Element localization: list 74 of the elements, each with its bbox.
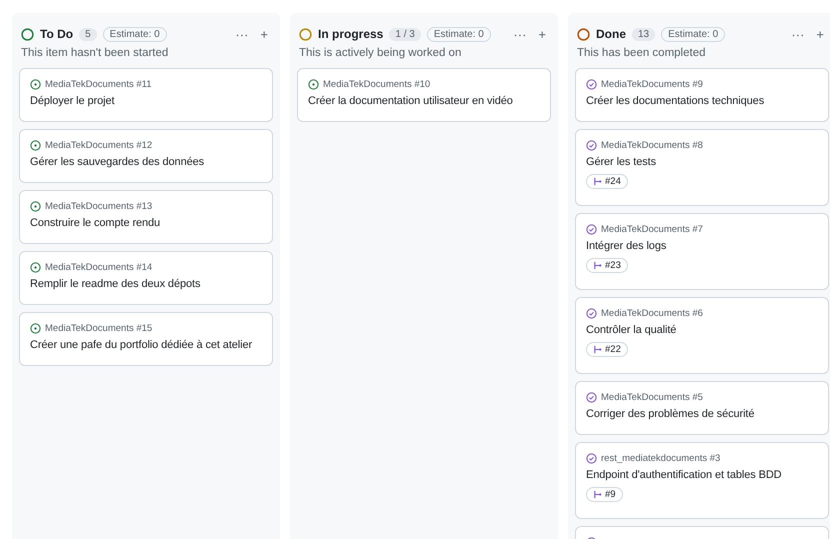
issue-title: Déployer le projet	[30, 95, 116, 107]
issue-title: Gérer les tests	[586, 156, 658, 168]
item-count: 1 / 3	[389, 28, 421, 40]
more-options-button[interactable]: ···	[510, 28, 530, 40]
issue-reference: MediaTekDocuments #6	[601, 308, 703, 319]
estimate-label: Estimate: 0	[102, 26, 167, 42]
issue-card[interactable]: MediaTekDocuments #12 Gérer les sauvegardes des données	[19, 129, 273, 183]
issue-reference: MediaTekDocuments #8	[601, 140, 703, 151]
more-options-button[interactable]: ···	[788, 28, 808, 40]
issue-card[interactable]: MediaTekDocuments #7 Intégrer des logs #23	[575, 213, 829, 290]
pull-request-icon	[593, 345, 602, 354]
pull-request-icon	[593, 490, 602, 499]
add-item-button[interactable]: +	[813, 28, 827, 40]
issue-title: Contrôler la qualité	[586, 324, 678, 336]
check-circle-icon	[586, 140, 597, 151]
issue-card[interactable]: MediaTekDocuments #11 Déployer le projet	[19, 68, 273, 122]
issue-reference: MediaTekDocuments #15	[45, 323, 152, 334]
open-issue-icon	[30, 323, 41, 334]
linked-pull-request[interactable]: #9	[586, 487, 623, 502]
issue-title: Gérer les sauvegardes des données	[30, 156, 206, 168]
issue-title: Créer une pafe du portfolio dédiée à cet atelier	[30, 339, 254, 351]
issue-reference: MediaTekDocuments #14	[45, 262, 152, 273]
column-description: This is actively being worked on	[298, 47, 462, 59]
open-issue-icon	[308, 79, 319, 90]
issue-card[interactable]: MediaTekDocuments #13 Construire le compte rendu	[19, 190, 273, 244]
issue-card[interactable]: MediaTekDocuments #10 Créer la documentation utilisateur en vidéo	[297, 68, 551, 122]
add-item-button[interactable]: +	[535, 28, 549, 40]
issue-title: Remplir le readme des deux dépots	[30, 278, 202, 290]
issue-reference: MediaTekDocuments #12	[45, 140, 152, 151]
check-circle-icon	[586, 79, 597, 90]
issue-card[interactable]: MediaTekDocuments #14 Remplir le readme des deux dépots	[19, 251, 273, 305]
more-options-button[interactable]: ···	[232, 28, 252, 40]
pull-request-icon	[593, 261, 602, 270]
check-circle-icon	[586, 308, 597, 319]
issue-card[interactable]: MediaTekDocuments #5 Corriger des problèmes de sécurité	[575, 381, 829, 435]
linked-pull-request[interactable]: #22	[586, 342, 628, 357]
linked-pull-request[interactable]: #23	[586, 258, 628, 273]
issue-card[interactable]: MediaTekDocuments #9 Créer les documentations techniques	[575, 68, 829, 122]
issue-card[interactable]: MediaTekDocuments #15 Créer une pafe du portfolio dédiée à cet atelier	[19, 312, 273, 366]
item-count: 5	[79, 28, 97, 40]
column-title: Done	[596, 27, 626, 41]
open-issue-icon	[30, 201, 41, 212]
issue-title: Créer la documentation utilisateur en vidéo	[308, 95, 514, 107]
issue-title: Endpoint d'authentification et tables BDD	[586, 469, 783, 481]
linked-pull-request[interactable]: #24	[586, 174, 628, 189]
add-item-button[interactable]: +	[257, 28, 271, 40]
pull-request-icon	[593, 177, 602, 186]
issue-reference: MediaTekDocuments #9	[601, 79, 703, 90]
column-description: This has been completed	[576, 47, 706, 59]
issue-reference: MediaTekDocuments #10	[323, 79, 430, 90]
item-count: 13	[632, 28, 656, 40]
column-title: To Do	[40, 27, 74, 41]
issue-reference: MediaTekDocuments #7	[601, 224, 703, 235]
estimate-label: Estimate: 0	[426, 26, 491, 42]
check-circle-icon	[586, 453, 597, 464]
issue-reference: rest_mediatekdocuments #3	[601, 453, 720, 464]
issue-title: Construire le compte rendu	[30, 217, 162, 229]
issue-card[interactable]: MediaTekDocuments #6 Contrôler la qualité #22	[575, 297, 829, 374]
column-description: This item hasn't been started	[20, 47, 170, 59]
check-circle-icon	[586, 224, 597, 235]
issue-reference: MediaTekDocuments #5	[601, 392, 703, 403]
issue-reference: MediaTekDocuments #11	[45, 79, 152, 90]
issue-reference: MediaTekDocuments #13	[45, 201, 152, 212]
open-issue-icon	[30, 140, 41, 151]
estimate-label: Estimate: 0	[661, 26, 726, 42]
issue-title: Créer les documentations techniques	[586, 95, 766, 107]
issue-card[interactable]: MediaTekDocuments #8 Gérer les tests #24	[575, 129, 829, 206]
open-issue-icon	[30, 79, 41, 90]
issue-card[interactable]: rest_mediatekdocuments #3 Endpoint d'authentification et tables BDD #9	[575, 442, 829, 519]
check-circle-icon	[586, 392, 597, 403]
open-issue-icon	[30, 262, 41, 273]
column-title: In progress	[318, 27, 384, 41]
issue-title: Corriger des problèmes de sécurité	[586, 408, 756, 420]
issue-title: Intégrer des logs	[586, 240, 668, 252]
